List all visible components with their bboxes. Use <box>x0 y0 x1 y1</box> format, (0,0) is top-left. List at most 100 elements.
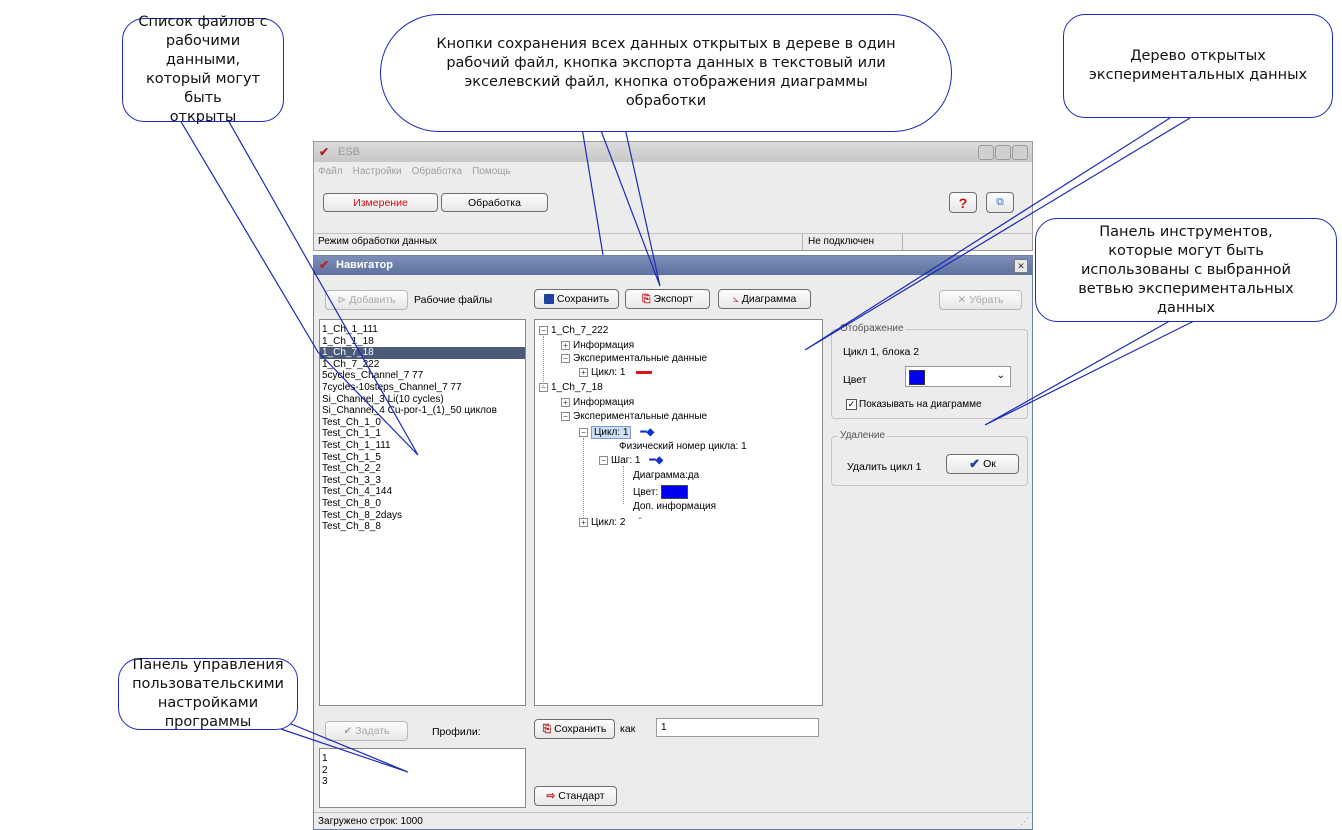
file-list-item[interactable]: Test_Ch_1_1 <box>320 428 525 440</box>
tree-file2-label: 1_Ch_7_18 <box>551 382 603 393</box>
tree-node-extra[interactable]: Доп. информация <box>633 501 716 512</box>
set-check-icon: ✔ <box>343 725 353 737</box>
navigator-status-bar: Загружено строк: 1000 ⋰ <box>314 812 1032 829</box>
menu-settings[interactable]: Настройки <box>353 166 402 177</box>
menu-file[interactable]: Файл <box>318 166 343 177</box>
tree-node-file1[interactable]: −1_Ch_7_222 <box>539 325 608 336</box>
file-list-item[interactable]: 1_Ch_1_18 <box>320 336 525 348</box>
tree-node-cycle1-b[interactable]: − Цикл: 1 ━◆ <box>579 426 654 439</box>
color-swatch <box>909 370 925 385</box>
profiles-list[interactable]: 1 2 3 <box>319 748 526 808</box>
tree-node-file2[interactable]: −1_Ch_7_18 <box>539 382 603 393</box>
loaded-rows-status: Загружено строк: 1000 <box>318 816 423 827</box>
collapse-icon[interactable]: − <box>561 354 570 363</box>
profile-name-value: 1 <box>661 722 667 733</box>
menu-help[interactable]: Помощь <box>472 166 511 177</box>
file-list-item[interactable]: Test_Ch_3_3 <box>320 475 525 487</box>
tree-node-cycle1-a[interactable]: + Цикл: 1 <box>579 367 653 378</box>
profile-name-input[interactable]: 1 <box>656 718 819 737</box>
file-list-item[interactable]: Test_Ch_8_8 <box>320 521 525 533</box>
file-list-item[interactable]: Test_Ch_1_5 <box>320 452 525 464</box>
collapse-icon[interactable]: − <box>539 326 548 335</box>
file-list-item[interactable]: Test_Ch_2_2 <box>320 463 525 475</box>
close-button[interactable] <box>1012 145 1028 160</box>
tree-expdata2-label: Экспериментальные данные <box>573 411 708 422</box>
show-on-diagram-checkbox[interactable]: ✓ Показывать на диаграмме <box>846 399 982 410</box>
callout-buttons: Кнопки сохранения всех данных открытых в… <box>380 14 952 132</box>
set-button[interactable]: ✔ Задать <box>325 721 408 741</box>
color-select[interactable]: ⌄ <box>905 366 1011 387</box>
expand-icon[interactable]: + <box>579 518 588 527</box>
file-list-item[interactable]: 1_Ch_1_111 <box>320 324 525 336</box>
collapse-icon[interactable]: − <box>599 456 608 465</box>
tree-node-cycle2[interactable]: + Цикл: 2 ˆ <box>579 517 642 528</box>
save-profile-button[interactable]: ⎘ Сохранить <box>534 719 615 739</box>
tree-color-label: Цвет: <box>633 486 659 498</box>
tree-node-info1[interactable]: + Информация <box>561 340 634 351</box>
standard-button[interactable]: ⇨ Стандарт <box>534 786 617 806</box>
navigator-close-button[interactable]: ✕ <box>1014 259 1028 273</box>
help-icon: ? <box>958 194 968 211</box>
save-button[interactable]: Сохранить <box>534 289 619 309</box>
file-list-item[interactable]: 1_Ch_7_222 <box>320 359 525 371</box>
expand-icon[interactable]: + <box>561 341 570 350</box>
windows-button[interactable]: ⧉ <box>986 192 1014 213</box>
file-list-item[interactable]: Test_Ch_1_111 <box>320 440 525 452</box>
tree-node-diagram[interactable]: Диаграмма:да <box>633 470 699 481</box>
resize-grip-icon[interactable]: ⋰ <box>1020 816 1029 827</box>
expand-icon[interactable]: + <box>579 368 588 377</box>
add-button[interactable]: ⊳ Добавить <box>325 290 408 310</box>
files-list[interactable]: 1_Ch_1_111 1_Ch_1_18 1_Ch_7_18 1_Ch_7_222 5c… <box>319 319 526 706</box>
minimize-button[interactable] <box>978 145 994 160</box>
tree-line <box>543 336 545 388</box>
file-list-item[interactable]: Si_Channel_4 Cu-por-1_(1)_50 циклов <box>320 405 525 417</box>
file-list-item[interactable]: Si_Channel_3 Li(10 cycles) <box>320 394 525 406</box>
expand-icon[interactable]: + <box>561 398 570 407</box>
file-list-item[interactable]: Test_Ch_4_144 <box>320 486 525 498</box>
save-icon <box>543 294 554 304</box>
tree-node-step[interactable]: − Шаг: 1 ━◆ <box>599 455 663 466</box>
collapse-icon[interactable]: − <box>561 412 570 421</box>
ok-button[interactable]: ✔ Ок <box>946 454 1019 474</box>
status-divider-2 <box>902 234 903 250</box>
help-button[interactable]: ? <box>949 192 977 213</box>
export-button-label: Экспорт <box>653 293 693 305</box>
file-list-item[interactable]: 1_Ch_7_18 <box>320 347 525 359</box>
tree-node-expdata1[interactable]: − Экспериментальные данные <box>561 353 707 364</box>
tree-node-expdata2[interactable]: − Экспериментальные данные <box>561 411 707 422</box>
profile-item[interactable]: 2 <box>320 765 525 777</box>
tab-measure[interactable]: Измерение <box>323 193 438 212</box>
file-list-item[interactable]: Test_Ch_8_0 <box>320 498 525 510</box>
tab-process[interactable]: Обработка <box>441 193 548 212</box>
color-swatch-tree <box>661 485 689 499</box>
collapse-icon[interactable]: − <box>579 428 588 437</box>
display-group: Отображение Цикл 1, блока 2 Цвет ⌄ ✓ Пок… <box>831 323 1028 419</box>
checkbox-checked-icon: ✓ <box>846 399 857 410</box>
cycle-red-line-icon <box>636 371 653 374</box>
tree-expdata1-label: Экспериментальные данные <box>573 353 708 364</box>
tree-node-info2[interactable]: + Информация <box>561 397 634 408</box>
export-button[interactable]: ⎘ Экспорт <box>625 289 710 309</box>
menu-processing[interactable]: Обработка <box>412 166 462 177</box>
diagram-button[interactable]: ⦣ Диаграмма <box>718 289 811 309</box>
profile-item[interactable]: 1 <box>320 753 525 765</box>
callout-buttons-text: Кнопки сохранения всех данных открытых в… <box>436 36 896 109</box>
delete-group: Удаление Удалить цикл 1 ✔ Ок <box>831 430 1028 486</box>
tree-node-phys-num[interactable]: Физический номер цикла: 1 <box>619 441 747 452</box>
display-group-title: Отображение <box>838 323 906 334</box>
tree-physnum-label: Физический номер цикла: 1 <box>619 441 747 452</box>
add-button-label: Добавить <box>349 294 396 306</box>
file-list-item[interactable]: 7cycles-10steps_Channel_7 77 <box>320 382 525 394</box>
data-tree[interactable]: −1_Ch_7_222 + Информация − Экспериментальн… <box>534 319 823 706</box>
tree-node-color[interactable]: Цвет: <box>633 485 689 499</box>
maximize-button[interactable] <box>995 145 1011 160</box>
file-list-item[interactable]: 5cycles_Channel_7 77 <box>320 370 525 382</box>
file-list-item[interactable]: Test_Ch_8_2days <box>320 510 525 522</box>
tree-cycle1b-label: Цикл: 1 <box>591 426 632 439</box>
tree-cycle1a-label: Цикл: 1 <box>591 367 626 378</box>
navigator-window: ✔ Навигатор ✕ ⊳ Добавить Рабочие файлы Со… <box>313 255 1033 830</box>
profile-item[interactable]: 3 <box>320 776 525 788</box>
tree-cycle2-label: Цикл: 2 <box>591 517 626 528</box>
file-list-item[interactable]: Test_Ch_1_0 <box>320 417 525 429</box>
remove-button[interactable]: ✕ Убрать <box>939 290 1022 310</box>
